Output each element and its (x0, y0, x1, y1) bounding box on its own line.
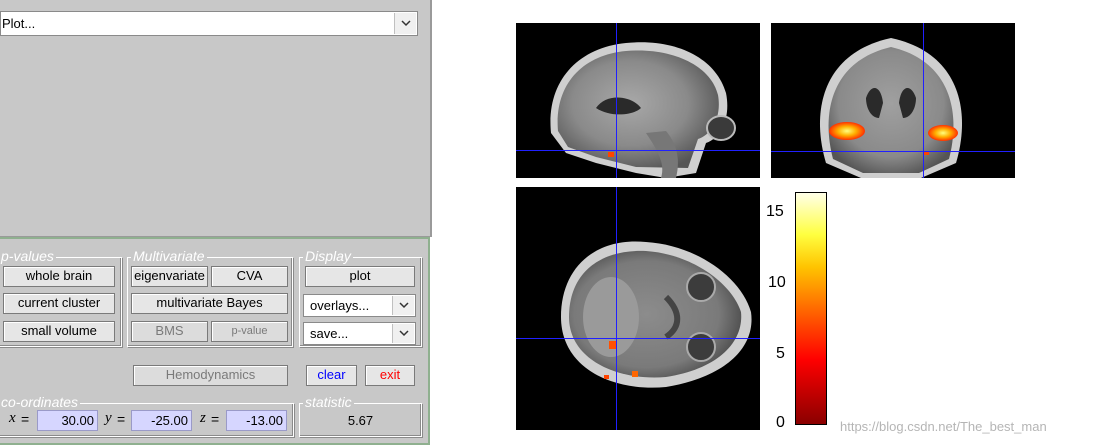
display-title: Display (303, 248, 353, 264)
save-dropdown[interactable]: save... (303, 322, 416, 345)
crosshair-vertical (616, 23, 617, 178)
plot-dropdown[interactable]: Plot... (0, 11, 418, 36)
spm-control-panel: Plot... p-values whole brain current clu… (0, 0, 432, 445)
results-panel: p-values whole brain current cluster sma… (0, 237, 430, 445)
plot-dropdown-value: Plot... (2, 16, 36, 31)
colorbar-tick-0: 0 (776, 414, 785, 431)
chevron-down-icon[interactable] (392, 296, 414, 315)
colorbar-tick-10: 10 (768, 274, 786, 291)
exit-button[interactable]: exit (365, 365, 415, 386)
colorbar-tick-5: 5 (776, 345, 785, 362)
z-coordinate-input[interactable]: -13.00 (226, 410, 287, 431)
hemodynamics-button[interactable]: Hemodynamics (133, 365, 288, 386)
clear-button[interactable]: clear (306, 365, 357, 386)
x-coordinate-input[interactable]: 30.00 (37, 410, 98, 431)
crosshair-vertical (923, 23, 924, 178)
statistic-value: 5.67 (347, 413, 374, 428)
plot-area: Plot... (0, 0, 432, 237)
coordinates-title: co-ordinates (0, 394, 81, 410)
multivariate-bayes-button[interactable]: multivariate Bayes (131, 293, 288, 314)
plot-button[interactable]: plot (305, 266, 415, 287)
overlays-dropdown[interactable]: overlays... (303, 294, 416, 317)
axial-view[interactable] (516, 187, 760, 430)
small-volume-button[interactable]: small volume (3, 321, 115, 342)
axial-brain-image (561, 241, 752, 388)
colorbar-tick-15: 15 (766, 203, 784, 220)
colorbar (795, 192, 827, 425)
chevron-down-icon[interactable] (394, 13, 416, 34)
x-equals: = (21, 411, 30, 427)
current-cluster-button[interactable]: current cluster (3, 293, 115, 314)
crosshair-horizontal (516, 338, 760, 339)
coronal-brain-image (819, 38, 963, 178)
whole-brain-button[interactable]: whole brain (3, 266, 115, 287)
x-label: x (9, 410, 16, 426)
cva-button[interactable]: CVA (211, 266, 288, 287)
multivariate-title: Multivariate (131, 248, 207, 264)
overlays-dropdown-value: overlays... (310, 298, 370, 313)
sagittal-brain-image (550, 42, 736, 178)
z-equals: = (211, 411, 220, 427)
statistic-title: statistic (303, 394, 354, 410)
crosshair-horizontal (516, 150, 760, 151)
coronal-view[interactable] (771, 23, 1015, 178)
sagittal-view[interactable] (516, 23, 760, 178)
watermark: https://blog.csdn.net/The_best_man (840, 419, 1047, 434)
save-dropdown-value: save... (310, 326, 349, 341)
y-label: y (105, 410, 112, 426)
eigenvariate-button[interactable]: eigenvariate (131, 266, 208, 287)
chevron-down-icon[interactable] (392, 324, 414, 343)
z-label: z (200, 410, 206, 426)
crosshair-horizontal (771, 151, 1015, 152)
crosshair-vertical (616, 187, 617, 430)
pvalues-title: p-values (0, 248, 56, 264)
y-coordinate-input[interactable]: -25.00 (131, 410, 192, 431)
y-equals: = (117, 411, 126, 427)
bms-button[interactable]: BMS (131, 321, 208, 342)
pvalue-button[interactable]: p-value (211, 321, 288, 342)
